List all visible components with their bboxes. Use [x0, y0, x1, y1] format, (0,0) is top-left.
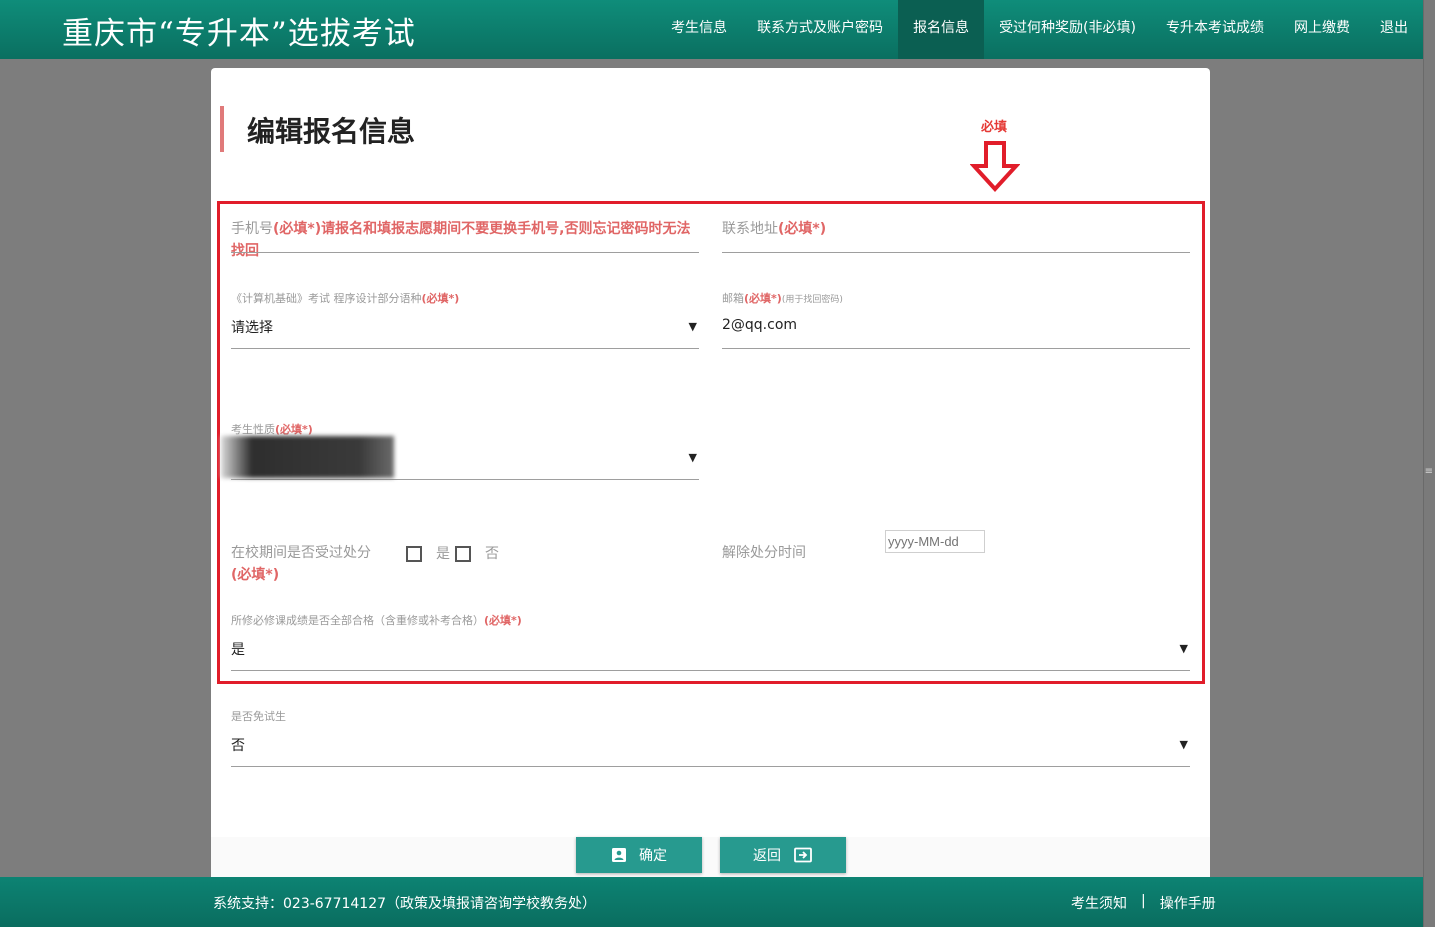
required-hint-label: 必填 [981, 120, 1008, 135]
discipline-no-checkbox[interactable] [455, 546, 471, 562]
email-label: 邮箱 [722, 292, 744, 305]
language-required-mark: (必填*) [421, 292, 460, 305]
nav-item-exam-scores[interactable]: 专升本考试成绩 [1151, 0, 1279, 59]
nav-item-registration[interactable]: 报名信息 [898, 0, 985, 59]
discipline-no-label: 否 [485, 546, 499, 562]
nav-item-contact-account[interactable]: 联系方式及账户密码 [742, 0, 898, 59]
footer-links: 考生须知 | 操作手册 [1071, 893, 1216, 913]
scroll-grip-icon[interactable]: ≡ [1425, 466, 1433, 477]
address-label: 联系地址 [722, 221, 778, 237]
footer: 系统支持：023-67714127（政策及填报请咨询学校教务处） 考生须知 | … [0, 877, 1423, 927]
exempt-select[interactable]: 是否免试生 否 ▼ [231, 708, 1190, 768]
release-time-input[interactable] [885, 530, 985, 553]
courses-chevron-down-icon[interactable]: ▼ [1180, 642, 1188, 655]
courses-value: 是 [231, 642, 245, 658]
nav-item-awards[interactable]: 受过何种奖励(非必填) [984, 0, 1151, 59]
language-underline [231, 348, 699, 349]
exit-icon [794, 847, 812, 863]
address-field[interactable]: 联系地址(必填*) [722, 218, 1190, 254]
top-bar: 重庆市“专升本”选拔考试 考生信息 联系方式及账户密码 报名信息 受过何种奖励(… [0, 0, 1423, 59]
email-sub-note: (用于找回密码) [781, 295, 843, 305]
page-title: 编辑报名信息 [247, 115, 416, 148]
discipline-field: 在校期间是否受过处分 (必填*) 是 否 [231, 542, 701, 586]
discipline-required-mark: (必填*) [231, 567, 280, 583]
footer-separator: | [1141, 893, 1146, 909]
release-time-label: 解除处分时间 [722, 545, 806, 561]
nav-item-online-payment[interactable]: 网上缴费 [1279, 0, 1365, 59]
email-required-mark: (必填*) [744, 292, 782, 305]
id-card-icon [612, 848, 626, 862]
footer-link-manual[interactable]: 操作手册 [1160, 893, 1216, 913]
exempt-value: 否 [231, 738, 245, 754]
language-label: 《计算机基础》考试 程序设计部分语种 [231, 292, 422, 305]
language-select[interactable]: 《计算机基础》考试 程序设计部分语种(必填*) 请选择 ▼ [231, 290, 699, 350]
language-chevron-down-icon[interactable]: ▼ [689, 320, 697, 333]
back-button[interactable]: 返回 [720, 837, 846, 873]
address-underline [722, 252, 1190, 253]
phone-required-mark: (必填*) [273, 221, 322, 237]
nature-underline [231, 479, 699, 480]
courses-select[interactable]: 所修必修课成绩是否全部合格（含重修或补考合格）(必填*) 是 ▼ [231, 612, 1190, 672]
action-bar: 确定 返回 [211, 837, 1210, 877]
phone-underline [231, 252, 699, 253]
nav-item-logout[interactable]: 退出 [1365, 0, 1423, 59]
title-accent-bar [220, 106, 224, 152]
email-field[interactable]: 邮箱(必填*)(用于找回密码) 2@qq.com [722, 290, 1190, 350]
courses-label: 所修必修课成绩是否全部合格（含重修或补考合格） [231, 614, 484, 627]
page-scrollbar[interactable]: ≡ [1423, 0, 1435, 927]
language-value: 请选择 [231, 320, 273, 336]
footer-link-notice[interactable]: 考生须知 [1071, 893, 1127, 913]
phone-label: 手机号 [231, 221, 273, 237]
main-nav: 考生信息 联系方式及账户密码 报名信息 受过何种奖励(非必填) 专升本考试成绩 … [656, 0, 1423, 59]
nav-item-student-info[interactable]: 考生信息 [656, 0, 742, 59]
confirm-button[interactable]: 确定 [576, 837, 702, 873]
support-info: 系统支持：023-67714127（政策及填报请咨询学校教务处） [213, 896, 597, 912]
exempt-underline [231, 766, 1190, 767]
nature-label: 考生性质 [231, 423, 275, 436]
discipline-yes-checkbox[interactable] [406, 546, 422, 562]
courses-underline [231, 670, 1190, 671]
courses-required-mark: (必填*) [484, 614, 522, 627]
email-underline [722, 348, 1190, 349]
site-title: 重庆市“专升本”选拔考试 [62, 16, 416, 52]
exempt-label: 是否免试生 [231, 710, 286, 723]
discipline-yes-label: 是 [436, 546, 450, 562]
exempt-chevron-down-icon[interactable]: ▼ [1180, 738, 1188, 751]
back-button-label: 返回 [753, 847, 781, 863]
down-arrow-icon [970, 141, 1020, 192]
discipline-label: 在校期间是否受过处分 [231, 545, 371, 561]
confirm-button-label: 确定 [639, 847, 667, 863]
email-value: 2@qq.com [722, 317, 798, 333]
redacted-value-blur [221, 436, 394, 478]
registration-card: 编辑报名信息 必填 手机号(必填*)请报名和填报志愿期间不要更换手机号,否则忘记… [211, 68, 1210, 880]
address-required-mark: (必填*) [778, 221, 827, 237]
nature-chevron-down-icon[interactable]: ▼ [689, 451, 697, 464]
phone-field[interactable]: 手机号(必填*)请报名和填报志愿期间不要更换手机号,否则忘记密码时无法找回 [231, 218, 699, 259]
nature-required-mark: (必填*) [275, 423, 313, 436]
